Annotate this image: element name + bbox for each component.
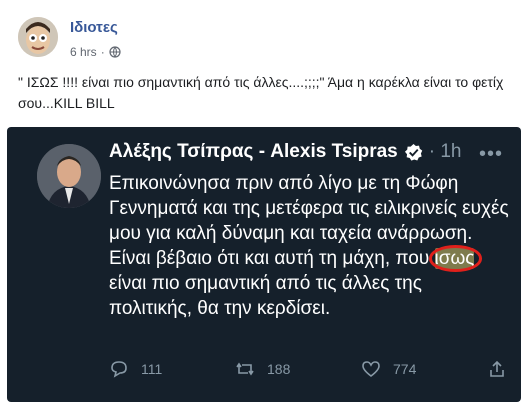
highlighted-word: ίσως — [428, 245, 483, 272]
tweet-time-value: 1h — [440, 141, 462, 162]
tweet-author-name[interactable]: Αλέξης Τσίπρας - Alexis Tsipras — [109, 141, 398, 163]
avatar-face-icon — [18, 17, 58, 57]
globe-icon[interactable] — [109, 46, 121, 58]
tweet-avatar[interactable] — [37, 144, 101, 208]
verified-badge-icon — [404, 143, 422, 161]
retweet-button[interactable]: 188 — [235, 359, 361, 379]
retweet-icon — [236, 362, 254, 376]
tweet-body: Επικοινώνησα πριν από λίγο με τη Φώφη Γε… — [109, 171, 509, 321]
post-time[interactable]: 6 hrs — [70, 45, 97, 59]
reply-icon — [111, 361, 127, 378]
like-button[interactable]: 774 — [361, 359, 487, 379]
heart-icon — [362, 361, 380, 378]
tweet-body-end: είναι πιο σημαντική από τις άλλες της πο… — [109, 273, 422, 319]
tweet-card[interactable]: Αλέξης Τσίπρας - Alexis Tsipras · 1h •••… — [7, 127, 521, 402]
share-button[interactable] — [487, 359, 521, 379]
post-meta: 6 hrs · — [70, 45, 121, 59]
red-circle-annotation — [428, 245, 483, 272]
post-text: " ΙΣΩΣ !!!! είναι πιο σημαντική από τις … — [18, 74, 504, 111]
author-name[interactable]: Ιδιοτες — [70, 19, 118, 36]
more-options-icon[interactable]: ••• — [479, 143, 503, 166]
author-avatar[interactable] — [18, 17, 58, 57]
reply-button[interactable]: 111 — [109, 359, 235, 379]
reply-count: 111 — [141, 361, 163, 377]
share-icon — [490, 360, 504, 377]
profile-photo-icon — [37, 144, 101, 208]
tweet-actions: 111 188 774 — [109, 359, 521, 379]
tweet-header: Αλέξης Τσίπρας - Alexis Tsipras · 1h — [109, 141, 462, 163]
retweet-count: 188 — [267, 361, 291, 377]
meta-separator: · — [100, 45, 105, 59]
like-count: 774 — [393, 361, 417, 377]
post-header: Ιδιοτες 6 hrs · — [8, 8, 516, 60]
tweet-time[interactable]: · 1h — [429, 141, 462, 163]
